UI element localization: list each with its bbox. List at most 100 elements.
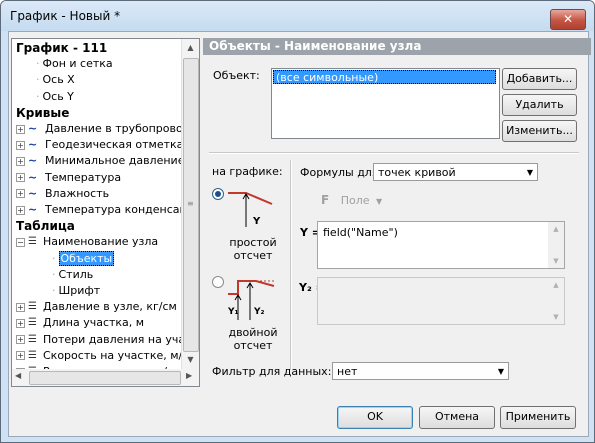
radio-dot-icon — [215, 191, 221, 197]
section-divider — [209, 152, 579, 154]
tree-item-curve[interactable]: + ∼ Влажность — [16, 186, 109, 202]
filter-select[interactable]: нет ▼ — [332, 362, 509, 380]
tree-node-label: Минимальное давление — [45, 154, 181, 168]
tree-item-curve[interactable]: + ∼ Температура — [16, 170, 121, 186]
double-reading-radio[interactable] — [212, 276, 224, 288]
tree-node-label: Таблица — [16, 219, 75, 234]
tree-node-label: Фон и сетка — [42, 57, 113, 71]
table-column-icon: ☰ — [28, 236, 37, 248]
field-icon: F — [321, 193, 330, 207]
tree-group-table[interactable]: Таблица — [16, 218, 75, 234]
apply-button[interactable]: Применить — [500, 406, 576, 429]
diagram-y1-text: Y₁ — [228, 307, 239, 317]
tree-node-label: Температура конденсац — [45, 203, 181, 216]
tree-item-graph-child[interactable]: · Фон и сетка — [36, 56, 113, 72]
expand-icon[interactable]: + — [16, 124, 25, 134]
collapse-icon[interactable]: − — [16, 237, 25, 247]
tree-item-table-column[interactable]: + ☰ Потери давления на уча — [16, 332, 181, 348]
double-reading-caption: двойной отсчет — [228, 326, 278, 352]
tree-connector-icon: · — [52, 267, 56, 281]
tree-node-label: Потери давления на уча — [43, 332, 181, 346]
filter-label: Фильтр для данных: — [212, 365, 332, 378]
add-button[interactable]: Добавить... — [502, 68, 577, 90]
scroll-right-icon[interactable]: ▶ — [186, 371, 192, 380]
tree-item-graph-child[interactable]: · Ось X — [36, 72, 75, 88]
title-bar[interactable]: График - Новый * ✕ — [1, 1, 594, 31]
y2-formula-scrollbar[interactable]: ▲ ▼ — [548, 278, 564, 324]
curve-icon: ∼ — [28, 138, 38, 152]
curve-icon: ∼ — [28, 122, 38, 135]
expand-icon[interactable]: + — [16, 335, 25, 345]
scroll-left-icon[interactable]: ◀ — [15, 371, 21, 380]
window-title: График - Новый * — [10, 9, 121, 23]
edit-button[interactable]: Изменить... — [502, 120, 577, 142]
y-formula-scrollbar[interactable]: ▲ ▼ — [548, 222, 564, 268]
tree-node-label: Давление в узле, кг/см — [43, 300, 177, 314]
tree-item-curve[interactable]: + ∼ Геодезическая отметка — [16, 137, 181, 153]
expand-icon[interactable]: + — [16, 189, 25, 199]
expand-icon[interactable]: + — [16, 205, 25, 215]
cancel-button[interactable]: Отмена — [419, 406, 495, 429]
vertical-divider — [290, 160, 292, 370]
tree-item-graph-child[interactable]: · Ось Y — [36, 89, 74, 105]
formulas-select[interactable]: точек кривой ▼ — [373, 163, 538, 181]
expand-icon[interactable]: + — [16, 318, 25, 328]
tree-group-curves[interactable]: Кривые — [16, 105, 69, 121]
tree-item-table-column[interactable]: + ☰ Давление в узле, кг/см — [16, 299, 177, 315]
expand-icon[interactable]: + — [16, 302, 25, 312]
expand-icon[interactable]: + — [16, 140, 25, 150]
tree-item-table-child[interactable]: · Объекты — [52, 250, 115, 267]
simple-reading-radio[interactable] — [212, 188, 224, 200]
dialog-window: График - Новый * ✕ График - 111 · Фон и се… — [0, 0, 595, 443]
expand-icon[interactable]: + — [16, 156, 25, 166]
tree-node-label: Ось Y — [42, 89, 74, 103]
table-column-icon: ☰ — [28, 333, 37, 345]
object-list-item[interactable]: (все символьные) — [273, 70, 496, 84]
expand-icon[interactable]: + — [16, 173, 25, 183]
tree-node-label: Стиль — [58, 267, 94, 281]
table-column-icon: ☰ — [28, 317, 37, 329]
tree-node-label: Температура — [45, 170, 122, 184]
horizontal-scroll-thumb[interactable] — [29, 371, 181, 385]
scroll-up-icon[interactable]: ▲ — [183, 40, 198, 56]
formulas-label: Формулы для: — [300, 166, 383, 179]
curve-icon: ∼ — [28, 154, 38, 168]
tree-item-curve[interactable]: + ∼ Температура конденсац — [16, 202, 181, 218]
object-listbox[interactable]: (все символьные) — [271, 68, 500, 139]
tree-node-label: Объекты — [58, 250, 115, 266]
field-button[interactable]: F Поле ▼ — [321, 193, 382, 207]
dialog-client: График - 111 · Фон и сетка · Ось X · Ось Y Крив… — [8, 31, 591, 437]
y-formula-input[interactable]: field("Name") ▲ ▼ — [317, 221, 565, 269]
ok-button[interactable]: OK — [337, 406, 413, 429]
tree-item-curve[interactable]: + ∼ Минимальное давление — [16, 153, 181, 169]
tree-item-table-child[interactable]: · Стиль — [52, 267, 93, 283]
curve-icon: ∼ — [28, 186, 38, 200]
scroll-down-icon[interactable]: ▼ — [183, 352, 198, 368]
close-button[interactable]: ✕ — [550, 9, 586, 30]
table-column-icon: ☰ — [28, 301, 37, 313]
field-button-label: Поле — [340, 194, 370, 207]
scroll-down-icon: ▼ — [553, 257, 559, 265]
tree-root-graph[interactable]: График - 111 — [16, 40, 107, 56]
tree-item-table-column[interactable]: + ☰ Длина участка, м — [16, 315, 144, 331]
expand-icon[interactable]: + — [16, 351, 25, 361]
tree-item-table-column[interactable]: + ☰ Скорость на участке, м/ — [16, 348, 181, 364]
y2-formula-input[interactable]: ▲ ▼ — [317, 277, 565, 325]
delete-button[interactable]: Удалить — [502, 94, 577, 116]
filter-select-value: нет — [337, 365, 358, 378]
simple-reading-caption: простой отсчет — [229, 236, 277, 262]
simple-reading-diagram-icon: Y — [228, 192, 273, 227]
tree-node-label: Наименование узла — [43, 235, 159, 249]
scroll-up-icon: ▲ — [553, 281, 559, 289]
tree-node-label: Шрифт — [58, 284, 101, 297]
tree-item-table-node[interactable]: − ☰ Наименование узла — [16, 234, 158, 250]
tree-item-curve[interactable]: + ∼ Давление в трубопрово — [16, 121, 181, 137]
y-formula-text: field("Name") — [323, 226, 398, 239]
tree-node-label: График - 111 — [16, 41, 108, 55]
tree-item-table-child[interactable]: · Шрифт — [52, 283, 100, 299]
tree-horizontal-scrollbar[interactable]: ◀ ▶ — [11, 369, 200, 387]
tree-vertical-scrollbar[interactable]: ▲ ≡ ▼ — [181, 39, 199, 369]
diagram-y2-text: Y₂ — [253, 307, 265, 317]
tree-connector-icon: · — [36, 73, 40, 87]
tree-connector-icon: · — [36, 57, 40, 71]
